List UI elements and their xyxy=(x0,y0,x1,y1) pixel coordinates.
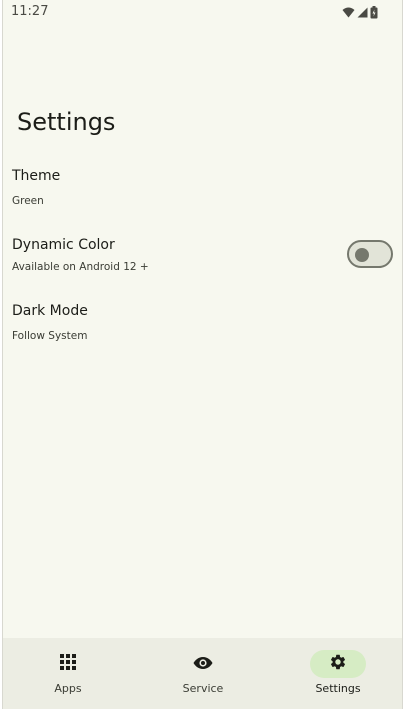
nav-pill-settings xyxy=(310,650,366,678)
nav-item-apps[interactable]: Apps xyxy=(18,638,118,709)
setting-dark-mode-value: Follow System xyxy=(12,330,88,342)
wifi-icon xyxy=(342,7,355,18)
nav-label-settings: Settings xyxy=(315,682,361,695)
nav-pill-apps xyxy=(40,650,96,678)
nav-label-service: Service xyxy=(182,682,224,695)
battery-icon xyxy=(370,5,378,19)
nav-item-settings[interactable]: Settings xyxy=(288,638,388,709)
setting-dark-mode-title: Dark Mode xyxy=(12,303,88,319)
nav-item-service[interactable]: Service xyxy=(153,638,253,709)
apps-grid-icon xyxy=(60,654,76,674)
app-screen: 11:27 Settings Theme Green Dynamic Color… xyxy=(2,0,403,709)
gear-icon xyxy=(329,653,347,675)
eye-icon xyxy=(193,655,213,674)
status-icons xyxy=(342,5,378,19)
setting-dynamic-color-title: Dynamic Color xyxy=(12,237,115,253)
setting-theme-value: Green xyxy=(12,195,44,207)
nav-pill-service xyxy=(175,650,231,678)
setting-theme-title: Theme xyxy=(12,168,61,184)
toggle-thumb xyxy=(355,248,369,262)
bottom-navigation: Apps Service Settings xyxy=(3,638,402,709)
nav-label-apps: Apps xyxy=(54,682,82,695)
page-title: Settings xyxy=(17,108,116,136)
status-time: 11:27 xyxy=(11,4,49,19)
signal-icon xyxy=(357,7,368,18)
setting-dynamic-color-subtitle: Available on Android 12 + xyxy=(12,261,149,273)
dynamic-color-toggle[interactable] xyxy=(347,240,393,268)
status-bar: 11:27 xyxy=(3,0,402,26)
